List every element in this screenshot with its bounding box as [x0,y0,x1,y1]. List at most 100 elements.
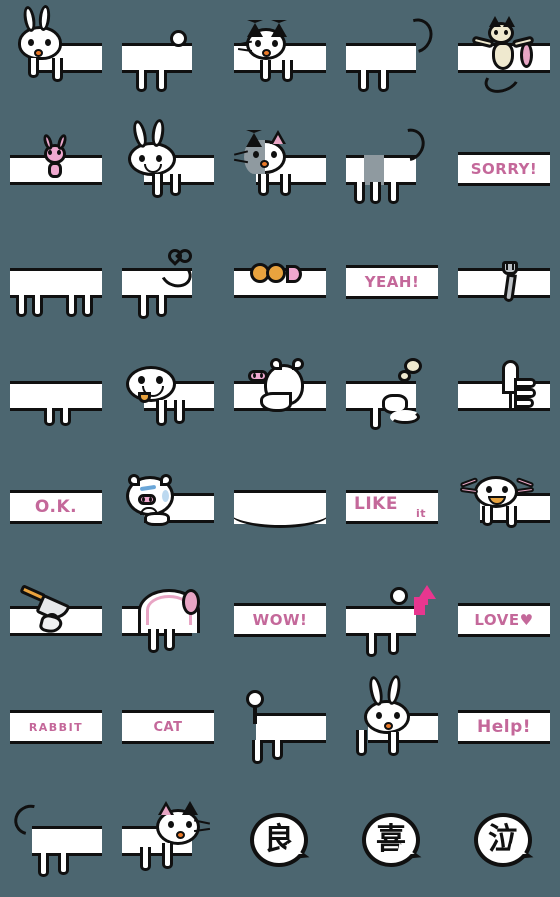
sticker-yeah-text[interactable]: YEAH! [336,227,448,339]
axolotl-creature [458,462,550,554]
rabbit-lying-down [122,118,214,216]
sticker-band [32,826,102,856]
rear-heart-tail [122,237,214,329]
sticker-four-legs-standing[interactable] [0,227,112,339]
cow-rear-curly-tail [346,122,438,216]
sticker-label: Help! [476,716,531,737]
dog-face-smiling [122,350,214,442]
sticker-label-secondary: it [415,507,426,520]
text-band: RABBIT [10,710,102,744]
sticker-thumbs-up-hand[interactable] [448,340,560,452]
sticker-cat-rear-long-tail[interactable] [336,2,448,114]
love-text: LOVE♥ [458,575,550,667]
speech-bubble: 良 [250,813,308,867]
rabbit-waving [346,674,438,774]
sticker-cream-cat-stretching[interactable] [448,2,560,114]
sticker-help-text[interactable]: Help! [448,672,560,784]
text-band: WOW! [234,603,326,637]
text-band: LOVE♥ [458,603,550,637]
cream-cat-stretching [458,12,550,104]
sticker-rabbit-waving[interactable] [336,672,448,784]
gray-cat-face [233,124,326,216]
blank-curved-band [234,462,326,554]
sticker-rabbit-peeking-front[interactable] [0,2,112,114]
sticker-rear-farting-puff[interactable] [336,340,448,452]
sticker-axolotl-creature[interactable] [448,452,560,564]
fork-utensil [458,237,550,329]
sticker-label: YEAH! [364,272,420,291]
sticker-band [10,268,102,298]
cat-text: CAT [122,682,214,774]
sticker-rear-heart-tail[interactable] [112,227,224,339]
sticker-rabbit-lying-down[interactable] [112,114,224,226]
sticker-pig-lying-down[interactable] [224,340,336,452]
cat-face-side [122,795,214,887]
sticker-cat-face-side[interactable] [112,785,224,897]
sticker-cat-rear-curly-tail[interactable] [0,785,112,897]
wow-text: WOW! [234,575,326,667]
sticker-gray-cat-face[interactable] [224,114,336,226]
speech-bubble: 喜 [362,813,420,867]
sticker-cat-text[interactable]: CAT [112,672,224,784]
pig-lying-down [234,350,326,442]
sticker-two-legs-short[interactable] [0,340,112,452]
sticker-blank-curved-band[interactable] [224,452,336,564]
pink-rabbit-small [10,124,102,216]
sticker-dog-face-smiling[interactable] [112,340,224,452]
sticker-wow-text[interactable]: WOW! [224,565,336,677]
sticker-fork-utensil[interactable] [448,227,560,339]
like-it-text: LIKE it [346,462,438,554]
text-band: CAT [122,710,214,744]
kanji-joy-bubble: 喜 [346,795,438,887]
sticker-kanji-cry-bubble[interactable]: 泣 [448,785,560,897]
sticker-dog-with-pink-arrow[interactable] [336,565,448,677]
cat-face-whiskers [234,12,326,104]
sticker-cat-face-whiskers[interactable] [224,2,336,114]
sticker-creature-pink-tail[interactable] [112,565,224,677]
sticker-label: LIKE [354,494,398,514]
cat-rear-long-tail [346,12,439,104]
sticker-label: RABBIT [28,720,84,734]
sticker-cow-rear-curly-tail[interactable] [336,114,448,226]
sticker-sorry-text[interactable]: SORRY! [448,114,560,226]
sticker-kanji-joy-bubble[interactable]: 喜 [336,785,448,897]
creature-pink-tail [122,575,214,667]
rabbit-peeking-front [10,4,102,104]
sticker-like-it-text[interactable]: LIKE it [336,452,448,564]
help-text: Help! [458,682,550,774]
sticker-knife-cutting-hand[interactable] [0,565,112,677]
sticker-label: CAT [153,719,183,735]
two-legs-short [10,350,102,442]
thumbs-up-hand [458,350,550,442]
rabbit-text: RABBIT [10,682,102,774]
sticker-kanji-good-bubble[interactable]: 良 [224,785,336,897]
text-band: YEAH! [346,265,438,299]
speech-bubble: 泣 [474,813,532,867]
knife-cutting-hand [10,575,102,667]
sticker-ok-text[interactable]: O.K. [0,452,112,564]
sticker-rabbit-text[interactable]: RABBIT [0,672,112,784]
pig-crying-sad [122,462,214,554]
yeah-text: YEAH! [346,237,438,329]
sticker-pink-rabbit-small[interactable] [0,114,112,226]
text-band: SORRY! [458,152,550,186]
sticker-pig-crying-sad[interactable] [112,452,224,564]
sticker-dango-food-skewer[interactable] [224,227,336,339]
ok-text: O.K. [10,462,102,554]
cat-rear-curly-tail [8,795,102,887]
kanji-cry-bubble: 泣 [458,795,550,887]
sticker-love-text[interactable]: LOVE♥ [448,565,560,677]
sorry-text: SORRY! [458,124,550,216]
dog-rear-with-tail [122,12,214,104]
dango-food-skewer [234,237,326,329]
dog-rear-round-tail [234,682,326,774]
kanji-good-bubble: 良 [234,795,326,887]
four-legs-standing [10,237,102,329]
sticker-dog-rear-round-tail[interactable] [224,672,336,784]
sticker-band [346,606,416,636]
sticker-label: SORRY! [470,159,538,178]
text-band: O.K. [10,490,102,524]
sticker-dog-rear-with-tail[interactable] [112,2,224,114]
text-band: Help! [458,710,550,744]
rear-farting-puff [346,350,438,442]
